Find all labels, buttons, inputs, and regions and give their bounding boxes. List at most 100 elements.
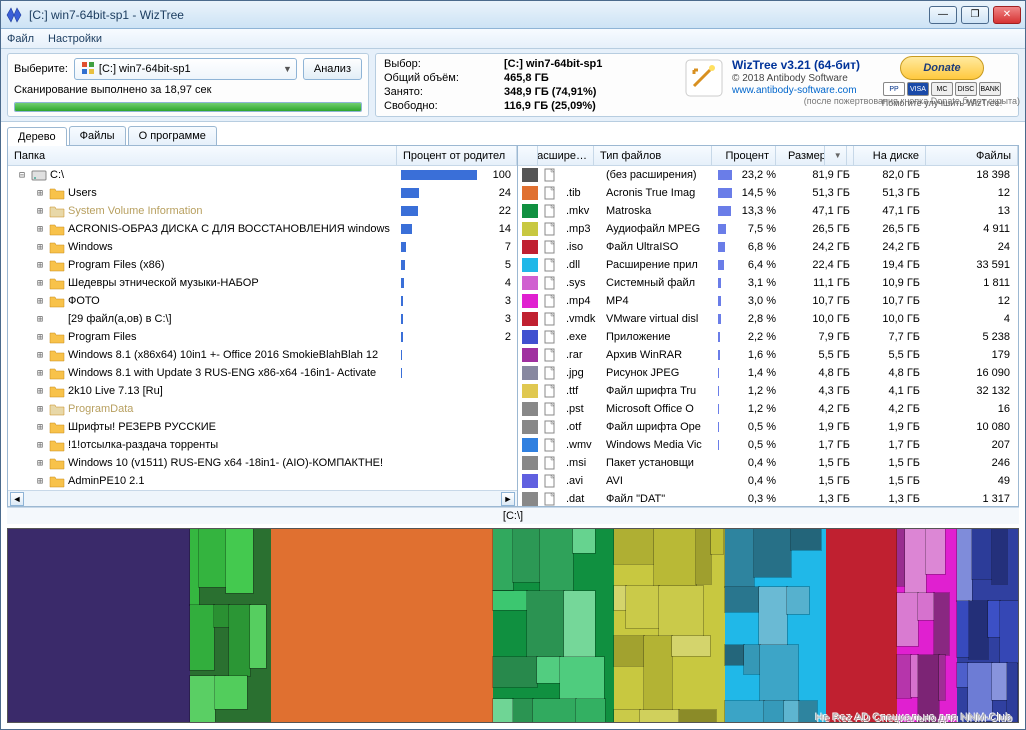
treemap-block[interactable] bbox=[8, 529, 190, 722]
tree-row[interactable]: ⊞Windows 8.1 with Update 3 RUS-ENG x86-x… bbox=[8, 364, 517, 382]
menu-file[interactable]: Файл bbox=[7, 33, 34, 45]
ext-row[interactable]: .mp3Аудиофайл MPEG7,5 %26,5 ГБ26,5 ГБ4 9… bbox=[518, 220, 1018, 238]
ext-row[interactable]: .isoФайл UltraISO6,8 %24,2 ГБ24,2 ГБ24 bbox=[518, 238, 1018, 256]
tab-tree[interactable]: Дерево bbox=[7, 127, 67, 146]
tree-hscrollbar[interactable]: ◄ ► bbox=[8, 490, 517, 506]
tree-row[interactable]: ⊞AdminPE10 2.1 bbox=[8, 472, 517, 490]
expand-icon[interactable]: ⊞ bbox=[34, 224, 46, 235]
percent-bar bbox=[401, 168, 477, 182]
col-size[interactable]: Размер ▼ bbox=[776, 146, 854, 165]
ext-row[interactable]: .exeПриложение2,2 %7,9 ГБ7,7 ГБ5 238 bbox=[518, 328, 1018, 346]
expand-icon[interactable]: ⊞ bbox=[34, 206, 46, 217]
ext-row[interactable]: .mp4MP43,0 %10,7 ГБ10,7 ГБ12 bbox=[518, 292, 1018, 310]
tree-label: [29 файл(а,ов) в C:\] bbox=[68, 313, 401, 325]
expand-icon[interactable]: ⊞ bbox=[34, 242, 46, 253]
expand-icon[interactable]: ⊞ bbox=[34, 296, 46, 307]
maximize-button[interactable]: ❐ bbox=[961, 6, 989, 24]
treemap-block[interactable] bbox=[190, 529, 271, 722]
expand-icon[interactable]: ⊞ bbox=[34, 188, 46, 199]
tree-row[interactable]: ⊞Windows7 bbox=[8, 238, 517, 256]
ext-row[interactable]: .jpgРисунок JPEG1,4 %4,8 ГБ4,8 ГБ16 090 bbox=[518, 364, 1018, 382]
filetype-icon bbox=[542, 240, 558, 254]
app-url[interactable]: www.antibody-software.com bbox=[732, 85, 860, 96]
col-percent-ext[interactable]: Процент bbox=[712, 146, 776, 165]
ext-row[interactable]: .msiПакет установщи0,4 %1,5 ГБ1,5 ГБ246 bbox=[518, 454, 1018, 472]
filetype-icon bbox=[542, 330, 558, 344]
expand-icon[interactable]: ⊞ bbox=[34, 368, 46, 379]
analyze-button[interactable]: Анализ bbox=[303, 58, 362, 80]
treemap-block[interactable] bbox=[614, 529, 725, 722]
treemap-block[interactable] bbox=[897, 529, 958, 722]
drive-select[interactable]: [C:] win7-64bit-sp1 ▼ bbox=[74, 58, 297, 80]
ext-size: 1,3 ГБ bbox=[780, 493, 854, 505]
tree-row[interactable]: ⊞ProgramData bbox=[8, 400, 517, 418]
percent-bar bbox=[401, 402, 477, 416]
ext-row[interactable]: .vmdkVMware virtual disl2,8 %10,0 ГБ10,0… bbox=[518, 310, 1018, 328]
col-disk[interactable]: На диске bbox=[854, 146, 926, 165]
ext-row[interactable]: .mkvMatroska13,3 %47,1 ГБ47,1 ГБ13 bbox=[518, 202, 1018, 220]
ext-row[interactable]: .rarАрхив WinRAR1,6 %5,5 ГБ5,5 ГБ179 bbox=[518, 346, 1018, 364]
treemap-block[interactable] bbox=[826, 529, 897, 722]
tree-row[interactable]: ⊞System Volume Information22 bbox=[8, 202, 517, 220]
ext-row[interactable]: .otfФайл шрифта Ope0,5 %1,9 ГБ1,9 ГБ10 0… bbox=[518, 418, 1018, 436]
expand-icon[interactable]: ⊞ bbox=[34, 278, 46, 289]
tree-row[interactable]: ⊞Program Files (x86)5 bbox=[8, 256, 517, 274]
col-percent[interactable]: Процент от родител bbox=[397, 146, 517, 165]
expand-icon[interactable]: ⊞ bbox=[34, 332, 46, 343]
expand-icon[interactable]: ⊟ bbox=[16, 170, 28, 181]
ext-row[interactable]: .ttfФайл шрифта Tru1,2 %4,3 ГБ4,1 ГБ32 1… bbox=[518, 382, 1018, 400]
minimize-button[interactable]: — bbox=[929, 6, 957, 24]
col-files[interactable]: Файлы bbox=[926, 146, 1018, 165]
treemap[interactable] bbox=[7, 528, 1019, 723]
percent-bar bbox=[401, 186, 477, 200]
tree-row[interactable]: ⊞[29 файл(а,ов) в C:\]3 bbox=[8, 310, 517, 328]
col-folder[interactable]: Папка bbox=[8, 146, 397, 165]
expand-icon[interactable]: ⊞ bbox=[34, 260, 46, 271]
expand-icon[interactable]: ⊞ bbox=[34, 350, 46, 361]
ext-row[interactable]: .wmvWindows Media Vic0,5 %1,7 ГБ1,7 ГБ20… bbox=[518, 436, 1018, 454]
ext-size: 5,5 ГБ bbox=[780, 349, 854, 361]
treemap-block[interactable] bbox=[957, 529, 1018, 722]
ext-row[interactable]: .aviAVI0,4 %1,5 ГБ1,5 ГБ49 bbox=[518, 472, 1018, 490]
col-type[interactable]: Тип файлов bbox=[594, 146, 712, 165]
close-button[interactable]: ✕ bbox=[993, 6, 1021, 24]
tree-row[interactable]: ⊞ФОТО3 bbox=[8, 292, 517, 310]
tab-about[interactable]: О программе bbox=[128, 126, 217, 145]
expand-icon[interactable]: ⊞ bbox=[34, 422, 46, 433]
donate-button[interactable]: Donate bbox=[900, 56, 984, 80]
tree-row[interactable]: ⊞Users24 bbox=[8, 184, 517, 202]
tree-row[interactable]: ⊞Windows 8.1 (x86x64) 10in1 +- Office 20… bbox=[8, 346, 517, 364]
expand-icon[interactable]: ⊞ bbox=[34, 314, 46, 325]
scroll-right-icon[interactable]: ► bbox=[501, 492, 515, 506]
expand-icon[interactable]: ⊞ bbox=[34, 440, 46, 451]
expand-icon[interactable]: ⊞ bbox=[34, 476, 46, 487]
tree-row[interactable]: ⊞Program Files2 bbox=[8, 328, 517, 346]
expand-icon[interactable]: ⊞ bbox=[34, 458, 46, 469]
menu-settings[interactable]: Настройки bbox=[48, 33, 102, 45]
tree-row[interactable]: ⊞!1!отсылка-раздача торренты bbox=[8, 436, 517, 454]
tree-row[interactable]: ⊞Шрифты! РЕЗЕРВ РУССКИЕ bbox=[8, 418, 517, 436]
treemap-block[interactable] bbox=[493, 529, 614, 722]
current-path: [C:\] bbox=[7, 507, 1019, 524]
tree-row[interactable]: ⊟C:\100 bbox=[8, 166, 517, 184]
tab-files[interactable]: Файлы bbox=[69, 126, 126, 145]
expand-icon[interactable]: ⊞ bbox=[34, 404, 46, 415]
tree-row[interactable]: ⊞Windows 10 (v1511) RUS-ENG x64 -18in1- … bbox=[8, 454, 517, 472]
tree-row[interactable]: ⊞ACRONIS-ОБРАЗ ДИСКА С ДЛЯ ВОССТАНОВЛЕНИ… bbox=[8, 220, 517, 238]
color-swatch bbox=[522, 294, 538, 308]
tree-label: 2k10 Live 7.13 [Ru] bbox=[68, 385, 401, 397]
tree-row[interactable]: ⊞Шедевры этнической музыки-НАБОР4 bbox=[8, 274, 517, 292]
ext-row[interactable]: .datФайл "DAT"0,3 %1,3 ГБ1,3 ГБ1 317 bbox=[518, 490, 1018, 506]
treemap-block[interactable] bbox=[725, 529, 826, 722]
ext-pct-bar bbox=[718, 242, 732, 252]
treemap-block[interactable] bbox=[271, 529, 493, 722]
ext-row[interactable]: .pstMicrosoft Office O1,2 %4,2 ГБ4,2 ГБ1… bbox=[518, 400, 1018, 418]
tree-row[interactable]: ⊞ 2k10 Live 7.13 [Ru] bbox=[8, 382, 517, 400]
expand-icon[interactable]: ⊞ bbox=[34, 386, 46, 397]
scroll-left-icon[interactable]: ◄ bbox=[10, 492, 24, 506]
ext-row[interactable]: (без расширения)23,2 %81,9 ГБ82,0 ГБ18 3… bbox=[518, 166, 1018, 184]
ext-row[interactable]: .sysСистемный файл3,1 %11,1 ГБ10,9 ГБ1 8… bbox=[518, 274, 1018, 292]
ext-row[interactable]: .dllРасширение прил6,4 %22,4 ГБ19,4 ГБ33… bbox=[518, 256, 1018, 274]
ext-row[interactable]: .tibAcronis True Imag14,5 %51,3 ГБ51,3 Г… bbox=[518, 184, 1018, 202]
col-ext[interactable]: Расшире… bbox=[538, 146, 594, 165]
